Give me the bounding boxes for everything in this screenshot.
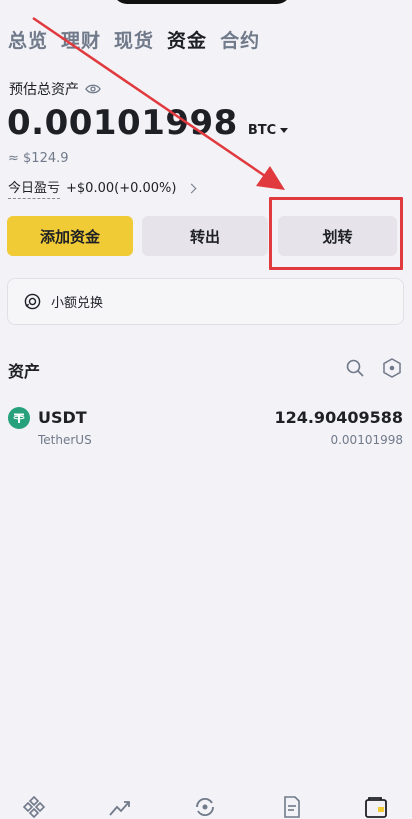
markets-nav-icon[interactable] <box>108 795 132 819</box>
transfer-button[interactable]: 划转 <box>278 216 397 256</box>
asset-row[interactable]: USDT TetherUS 124.90409588 0.00101998 <box>0 406 412 454</box>
chevron-right-icon <box>187 183 197 193</box>
estimated-total-text: 预估总资产 <box>9 82 79 98</box>
eye-icon[interactable] <box>85 83 101 95</box>
asset-btc-value: 0.00101998 <box>330 433 403 447</box>
tab-funding[interactable]: 资金 <box>167 26 207 53</box>
small-convert-card[interactable]: 小额兑换 <box>7 278 404 325</box>
wallet-nav-icon[interactable] <box>364 795 388 819</box>
caret-down-icon <box>280 128 289 133</box>
settings-hex-icon[interactable] <box>383 358 401 378</box>
tab-overview[interactable]: 总览 <box>8 26 48 53</box>
small-convert-label: 小额兑换 <box>51 296 104 311</box>
withdraw-button[interactable]: 转出 <box>142 216 268 256</box>
tab-earn[interactable]: 理财 <box>61 26 101 53</box>
unit-selector[interactable]: BTC <box>247 123 289 138</box>
pnl-label: 今日盈亏 <box>8 177 61 199</box>
unit-label: BTC <box>247 123 277 138</box>
estimated-total-label: 预估总资产 <box>9 79 101 99</box>
balance-row: 0.00101998 BTC <box>7 103 289 143</box>
tab-spot[interactable]: 现货 <box>114 26 154 53</box>
add-funds-button[interactable]: 添加资金 <box>7 216 133 256</box>
asset-amount: 124.90409588 <box>274 408 403 427</box>
tab-futures[interactable]: 合约 <box>220 26 260 53</box>
home-nav-icon[interactable] <box>22 795 46 819</box>
pnl-value: +$0.00(+0.00%) <box>66 180 177 196</box>
fiat-value: ≈ $124.9 <box>8 151 69 166</box>
search-icon[interactable] <box>346 359 364 377</box>
usdt-coin-icon <box>8 407 30 429</box>
orders-nav-icon[interactable] <box>280 795 304 819</box>
asset-full-name: TetherUS <box>38 433 92 447</box>
assets-heading: 资产 <box>8 362 41 381</box>
top-tabs: 总览 理财 现货 资金 合约 <box>8 26 260 53</box>
balance-value: 0.00101998 <box>7 103 238 143</box>
device-notch <box>113 0 291 4</box>
asset-symbol: USDT <box>38 408 87 427</box>
trade-nav-icon[interactable] <box>193 795 217 819</box>
pnl-row[interactable]: 今日盈亏 +$0.00(+0.00%) <box>8 177 197 199</box>
convert-icon <box>24 293 41 310</box>
